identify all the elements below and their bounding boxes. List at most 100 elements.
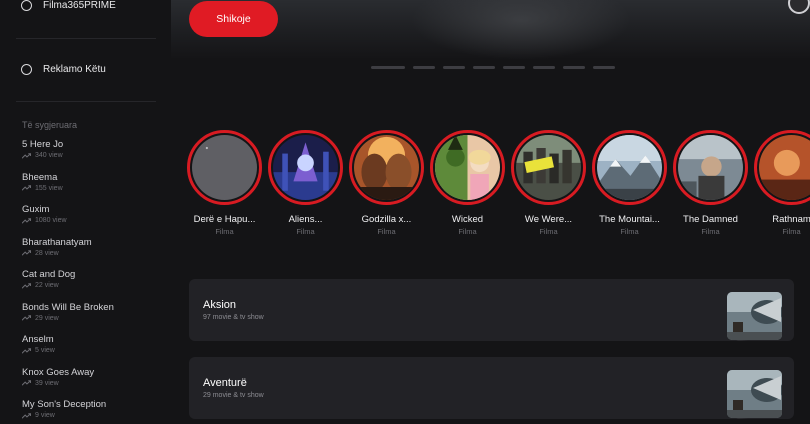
watch-button[interactable]: Shikoje <box>189 1 278 37</box>
story-subtitle: Filma <box>539 227 558 236</box>
trending-item[interactable]: Guxim 1080 view <box>22 204 114 237</box>
genre-thumbnail <box>727 292 782 340</box>
story-ring <box>430 130 505 205</box>
story-carousel: Derë e Hapu... Filma Aliens... Filma God… <box>184 130 810 240</box>
trending-item[interactable]: Cat and Dog 22 view <box>22 269 114 302</box>
trending-item-views: 22 view <box>35 282 59 289</box>
genre-thumbnail <box>727 370 782 418</box>
trending-item-views: 340 view <box>35 152 63 159</box>
trending-item-views: 5 view <box>35 347 55 354</box>
genre-name: Aventurë <box>203 377 247 389</box>
trending-item-title: Cat and Dog <box>22 269 76 280</box>
story-title: Derë e Hapu... <box>193 214 256 225</box>
slide-indicator[interactable] <box>413 66 435 69</box>
story-item[interactable]: Godzilla x... Filma <box>346 130 427 236</box>
trending-up-icon <box>22 185 31 191</box>
story-poster <box>192 135 257 200</box>
slide-indicator[interactable] <box>473 66 495 69</box>
poster-image <box>435 135 500 200</box>
slide-indicator[interactable] <box>443 66 465 69</box>
trending-item[interactable]: Bharathanatyam 28 view <box>22 237 114 270</box>
trending-up-icon <box>22 152 31 159</box>
trending-item-views: 9 view <box>35 412 55 419</box>
trending-heading: Të sygjeruara <box>22 120 78 130</box>
trending-up-icon <box>22 217 31 224</box>
trending-item[interactable]: 5 Here Jo 340 view <box>22 139 114 172</box>
trending-item-views-row: 5 view <box>22 347 114 354</box>
trending-up-icon <box>22 282 31 289</box>
story-poster <box>273 135 338 200</box>
trending-item-views: 29 view <box>35 314 59 322</box>
trending-up-icon <box>22 315 31 321</box>
genre-card-adventure[interactable]: Aventurë 29 movie & tv show <box>189 357 794 419</box>
story-item[interactable]: Wicked Filma <box>427 130 508 236</box>
trending-item-views-row: 39 view <box>22 380 114 387</box>
poster-image <box>727 292 782 340</box>
trending-item-title: Bonds Will Be Broken <box>22 301 114 313</box>
story-poster <box>759 135 810 200</box>
trending-item[interactable]: Anselm 5 view <box>22 334 114 367</box>
hero-corner-button[interactable] <box>788 0 810 14</box>
story-item[interactable]: The Mountai... Filma <box>589 130 670 236</box>
trending-item-title: Anselm <box>22 334 54 345</box>
trending-item-views-row: 155 view <box>22 185 114 192</box>
slide-indicator[interactable] <box>371 66 405 69</box>
story-item[interactable]: The Damned Filma <box>670 130 751 236</box>
poster-image <box>759 135 810 200</box>
slide-indicator[interactable] <box>503 66 525 69</box>
story-ring <box>349 130 424 205</box>
story-subtitle: Filma <box>458 227 477 236</box>
story-ring <box>187 130 262 205</box>
story-subtitle: Filma <box>377 227 396 236</box>
slide-indicator[interactable] <box>593 66 615 69</box>
story-title: Godzilla x... <box>361 214 412 225</box>
story-ring <box>592 130 667 205</box>
sidebar-link-label: Filma365PRIME <box>43 0 116 11</box>
story-title: The Damned <box>683 214 738 225</box>
trending-item-title: 5 Here Jo <box>22 139 64 150</box>
trending-item-title: My Son's Deception <box>22 399 107 410</box>
slide-indicator[interactable] <box>563 66 585 69</box>
genre-name: Aksion <box>203 299 237 311</box>
genre-count: 29 movie & tv show <box>203 392 264 399</box>
story-poster <box>516 135 581 200</box>
hero-backdrop-image <box>411 0 631 60</box>
trending-up-icon <box>22 380 31 386</box>
trending-item-views: 1080 view <box>35 217 67 224</box>
radio-icon <box>21 0 32 11</box>
trending-up-icon <box>22 412 31 419</box>
story-subtitle: Filma <box>782 227 801 236</box>
sidebar-link-advertise[interactable]: Reklamo Këtu <box>21 64 106 75</box>
trending-item-views: 39 view <box>35 379 59 387</box>
trending-item[interactable]: Knox Goes Away 39 view <box>22 367 114 400</box>
story-title: Aliens... <box>288 214 323 225</box>
trending-item-title: Knox Goes Away <box>22 366 95 378</box>
sidebar: Filma365PRIME Reklamo Këtu Të sygjeruara… <box>0 0 171 424</box>
trending-item[interactable]: Bheema 155 view <box>22 172 114 205</box>
story-poster <box>678 135 743 200</box>
story-poster <box>597 135 662 200</box>
sidebar-link-label: Reklamo Këtu <box>43 64 106 75</box>
trending-item[interactable]: Bonds Will Be Broken 29 view <box>22 302 114 335</box>
slide-indicator[interactable] <box>533 66 555 69</box>
story-item[interactable]: We Were... Filma <box>508 130 589 236</box>
trending-item-views: 28 view <box>35 249 59 257</box>
trending-item[interactable]: My Son's Deception 9 view <box>22 399 114 424</box>
sidebar-divider <box>16 101 156 102</box>
story-poster <box>435 135 500 200</box>
poster-image <box>273 135 338 200</box>
trending-item-title: Bheema <box>22 171 58 183</box>
story-item[interactable]: Aliens... Filma <box>265 130 346 236</box>
story-poster <box>354 135 419 200</box>
story-ring <box>754 130 810 205</box>
trending-item-views-row: 340 view <box>22 152 114 159</box>
sidebar-link-filma365prime[interactable]: Filma365PRIME <box>21 0 116 11</box>
trending-item-views: 155 view <box>35 184 63 192</box>
sidebar-divider <box>16 38 156 39</box>
story-item[interactable]: Derë e Hapu... Filma <box>184 130 265 236</box>
trending-item-views-row: 22 view <box>22 282 114 289</box>
trending-up-icon <box>22 347 31 354</box>
genre-card-action[interactable]: Aksion 97 movie & tv show <box>189 279 794 341</box>
trending-item-title: Bharathanatyam <box>22 236 92 248</box>
story-item[interactable]: Rathnam Filma <box>751 130 810 236</box>
